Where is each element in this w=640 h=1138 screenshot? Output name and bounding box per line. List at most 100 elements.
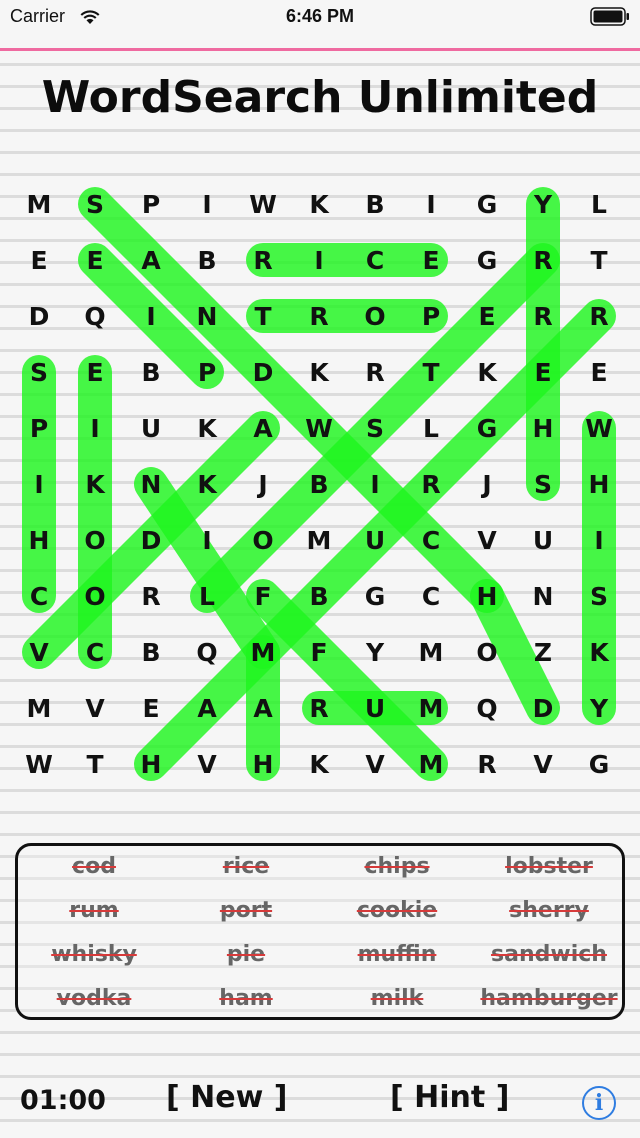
grid-cell[interactable]: D [29, 302, 50, 331]
grid-cell[interactable]: Y [365, 638, 385, 667]
grid-cell[interactable]: A [253, 414, 273, 443]
grid-cell[interactable]: T [86, 750, 103, 779]
grid-cell[interactable]: C [30, 582, 48, 611]
grid-cell[interactable]: L [591, 190, 607, 219]
grid-cell[interactable]: E [30, 246, 47, 275]
grid-cell[interactable]: W [249, 190, 277, 219]
grid-cell[interactable]: W [585, 414, 613, 443]
grid-cell[interactable]: L [423, 414, 439, 443]
grid-cell[interactable]: N [197, 302, 218, 331]
grid-cell[interactable]: S [30, 358, 48, 387]
word-grid[interactable]: M S P I W K B I G Y LE E A B R I C E G R TD Q I N T R O P E R RS E B P D K R… [0, 0, 640, 820]
grid-cell[interactable]: R [141, 582, 160, 611]
grid-cell[interactable]: S [534, 470, 552, 499]
grid-cell[interactable]: E [86, 246, 103, 275]
grid-cell[interactable]: F [310, 638, 327, 667]
grid-cell[interactable]: H [589, 470, 610, 499]
grid-cell[interactable]: K [197, 470, 218, 499]
grid-cell[interactable]: H [29, 526, 50, 555]
grid-cell[interactable]: M [27, 694, 52, 723]
grid-cell[interactable]: K [477, 358, 498, 387]
grid-cell[interactable]: V [477, 526, 497, 555]
grid-cell[interactable]: V [365, 750, 385, 779]
grid-cell[interactable]: C [86, 638, 104, 667]
grid-cell[interactable]: P [142, 190, 160, 219]
grid-cell[interactable]: V [29, 638, 49, 667]
grid-cell[interactable]: V [85, 694, 105, 723]
grid-cell[interactable]: H [253, 750, 274, 779]
grid-cell[interactable]: M [419, 694, 444, 723]
grid-cell[interactable]: P [30, 414, 48, 443]
grid-cell[interactable]: Y [589, 694, 609, 723]
grid-cell[interactable]: J [480, 470, 491, 499]
grid-cell[interactable]: M [27, 190, 52, 219]
grid-cell[interactable]: B [141, 638, 160, 667]
grid-cell[interactable]: B [141, 358, 160, 387]
grid-cell[interactable]: K [197, 414, 218, 443]
grid-cell[interactable]: K [309, 190, 330, 219]
grid-cell[interactable]: O [84, 526, 105, 555]
grid-cell[interactable]: A [141, 246, 161, 275]
grid-cell[interactable]: U [365, 526, 385, 555]
grid-cell[interactable]: E [534, 358, 551, 387]
grid-cell[interactable]: E [478, 302, 495, 331]
grid-cell[interactable]: W [305, 414, 333, 443]
grid-cell[interactable]: G [477, 190, 498, 219]
info-button[interactable]: i [582, 1086, 616, 1120]
grid-cell[interactable]: U [365, 694, 385, 723]
grid-cell[interactable]: I [34, 470, 43, 499]
grid-cell[interactable]: Y [533, 190, 553, 219]
grid-cell[interactable]: R [309, 302, 328, 331]
grid-cell[interactable]: A [197, 694, 217, 723]
grid-cell[interactable]: G [365, 582, 386, 611]
grid-cell[interactable]: I [594, 526, 603, 555]
grid-cell[interactable]: G [477, 414, 498, 443]
grid-cell[interactable]: R [253, 246, 272, 275]
new-game-button[interactable]: [ New ] [166, 1080, 287, 1115]
grid-cell[interactable]: I [202, 190, 211, 219]
grid-cell[interactable]: I [426, 190, 435, 219]
grid-cell[interactable]: E [590, 358, 607, 387]
grid-cell[interactable]: B [197, 246, 216, 275]
grid-cell[interactable]: Q [84, 302, 105, 331]
grid-cell[interactable]: R [421, 470, 440, 499]
grid-cell[interactable]: O [84, 582, 105, 611]
grid-cell[interactable]: E [86, 358, 103, 387]
grid-cell[interactable]: V [197, 750, 217, 779]
grid-cell[interactable]: P [422, 302, 440, 331]
grid-cell[interactable]: E [422, 246, 439, 275]
grid-cell[interactable]: Z [534, 638, 552, 667]
grid-cell[interactable]: T [590, 246, 607, 275]
grid-cell[interactable]: M [419, 638, 444, 667]
grid-cell[interactable]: B [309, 470, 328, 499]
grid-cell[interactable]: R [477, 750, 496, 779]
grid-cell[interactable]: I [90, 414, 99, 443]
grid-cell[interactable]: H [477, 582, 498, 611]
grid-cell[interactable]: I [202, 526, 211, 555]
grid-cell[interactable]: A [253, 694, 273, 723]
grid-cell[interactable]: B [365, 190, 384, 219]
grid-cell[interactable]: R [589, 302, 608, 331]
grid-cell[interactable]: O [476, 638, 497, 667]
grid-cell[interactable]: C [422, 526, 440, 555]
grid-cell[interactable]: R [533, 246, 552, 275]
grid-cell[interactable]: D [253, 358, 274, 387]
grid-cell[interactable]: B [309, 582, 328, 611]
grid-cell[interactable]: H [533, 414, 554, 443]
grid-cell[interactable]: N [533, 582, 554, 611]
grid-cell[interactable]: I [370, 470, 379, 499]
grid-cell[interactable]: K [309, 750, 330, 779]
grid-cell[interactable]: U [141, 414, 161, 443]
grid-cell[interactable]: T [254, 302, 271, 331]
grid-cell[interactable]: M [307, 526, 332, 555]
grid-cell[interactable]: K [309, 358, 330, 387]
grid-cell[interactable]: N [141, 470, 162, 499]
grid-cell[interactable]: S [86, 190, 104, 219]
grid-cell[interactable]: R [533, 302, 552, 331]
grid-cell[interactable]: Q [476, 694, 497, 723]
grid-cell[interactable]: G [477, 246, 498, 275]
grid-cell[interactable]: D [141, 526, 162, 555]
grid-cell[interactable]: P [198, 358, 216, 387]
grid-cell[interactable]: T [422, 358, 439, 387]
grid-cell[interactable]: W [25, 750, 53, 779]
